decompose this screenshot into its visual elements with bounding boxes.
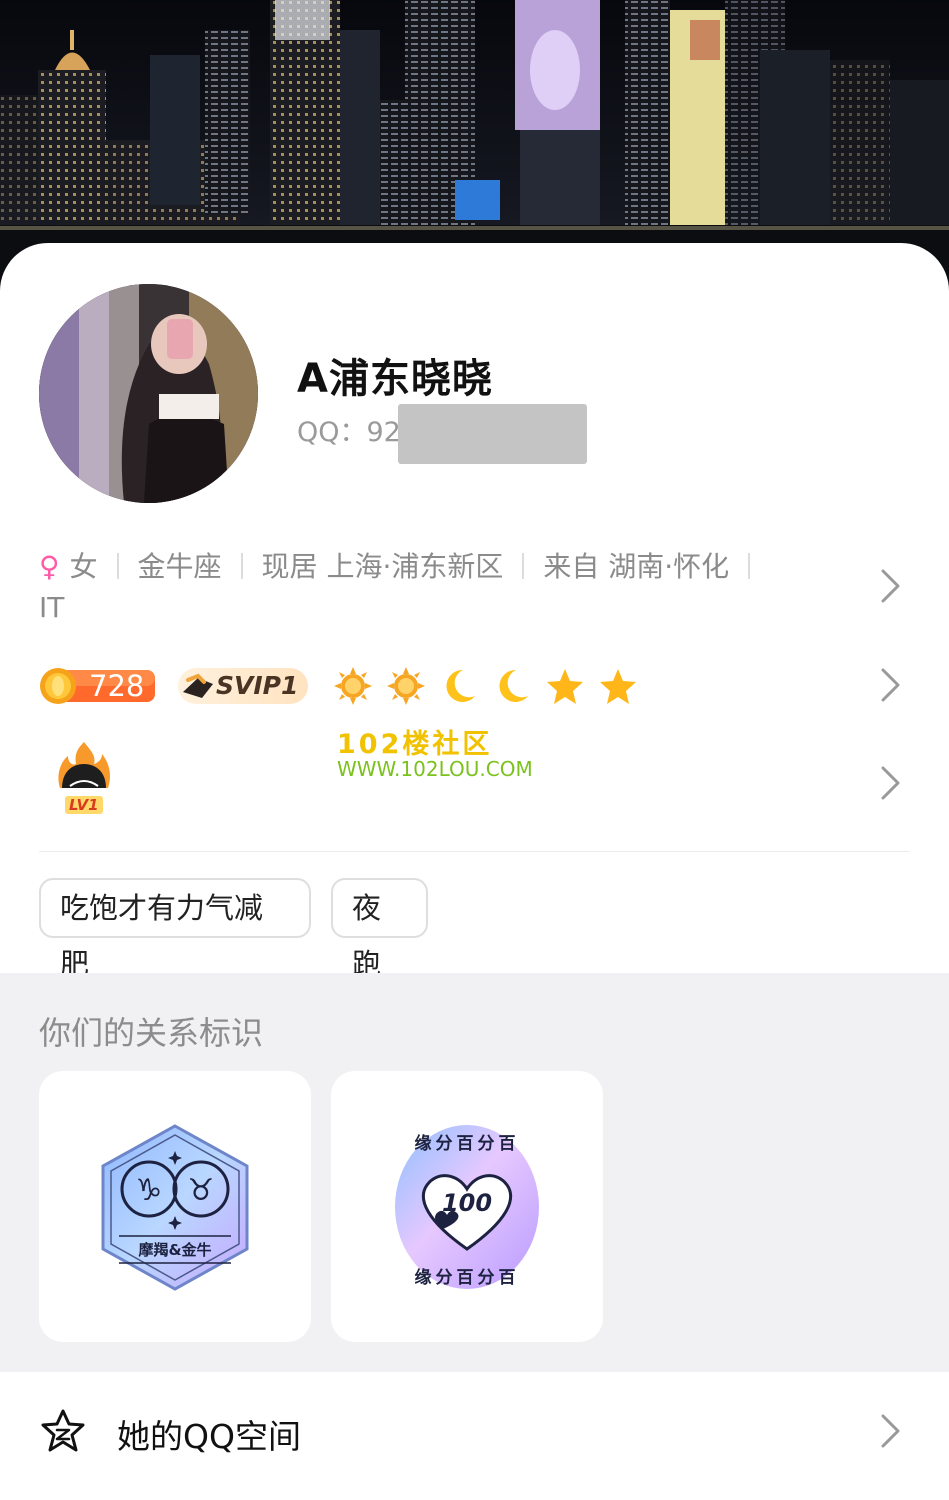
game-chevron-right-icon[interactable] bbox=[880, 765, 902, 801]
info-divider bbox=[240, 553, 243, 579]
badges-chevron-right-icon[interactable] bbox=[880, 667, 902, 703]
qq-level-icons[interactable] bbox=[333, 666, 646, 706]
svip-badge[interactable]: SVIP1 bbox=[178, 668, 308, 704]
qq-level-badge[interactable]: 728 bbox=[39, 668, 157, 704]
residence: 现居 上海·浦东新区 bbox=[261, 550, 504, 583]
fate-ring-top: 缘分百分百 bbox=[414, 1134, 520, 1154]
game-level-label: LV1 bbox=[65, 796, 103, 814]
sun-icon bbox=[386, 666, 426, 706]
qq-number-redaction bbox=[398, 404, 587, 464]
gender-label: 女 bbox=[69, 550, 98, 583]
game-level-badge[interactable]: LV1 bbox=[52, 742, 116, 820]
gender: ♀ 女 bbox=[39, 546, 98, 587]
qq-space-label: 她的QQ空间 bbox=[117, 1417, 301, 1456]
profile-info-row[interactable]: ♀ 女金牛座 现居 上海·浦东新区 来自 湖南·怀化 IT bbox=[39, 546, 829, 628]
moon-icon bbox=[439, 666, 479, 706]
relation-zodiac-label: 摩羯&金牛 bbox=[138, 1241, 212, 1259]
relation-card-fate[interactable]: 缘分百分百 100 缘分百分百 bbox=[331, 1071, 603, 1342]
svip-hat-icon bbox=[183, 673, 213, 698]
flame-helmet-icon bbox=[58, 742, 110, 788]
moon-icon bbox=[492, 666, 532, 706]
star-icon bbox=[545, 666, 585, 706]
interest-tag[interactable]: 夜跑 bbox=[331, 878, 428, 981]
relation-title: 你们的关系标识 bbox=[39, 1014, 264, 1052]
svip-label: SVIP1 bbox=[216, 671, 299, 700]
qq-level-score: 728 bbox=[89, 669, 145, 703]
svg-text:♑: ♑ bbox=[136, 1173, 163, 1208]
profession: IT bbox=[39, 591, 65, 624]
watermark-line1: 102楼社区 bbox=[337, 729, 493, 760]
qq-number: QQ：92 bbox=[297, 417, 401, 448]
avatar[interactable] bbox=[39, 284, 258, 503]
watermark-line2: WWW.102LOU.COM bbox=[337, 757, 533, 781]
nickname: A浦东晓晓 bbox=[297, 356, 493, 402]
fate-ring-bottom: 缘分百分百 bbox=[414, 1268, 520, 1288]
female-icon: ♀ bbox=[39, 550, 60, 583]
relation-card-zodiac[interactable]: ♑ ♉ 摩羯&金牛 bbox=[39, 1071, 311, 1342]
section-divider bbox=[39, 851, 910, 852]
capricorn-taurus-badge-icon: ♑ ♉ bbox=[101, 1124, 249, 1291]
fate-value: 100 bbox=[441, 1189, 493, 1217]
zodiac: 金牛座 bbox=[137, 550, 222, 583]
site-watermark: 102楼社区 WWW.102LOU.COM bbox=[337, 722, 533, 781]
info-divider bbox=[522, 553, 525, 579]
qq-space-chevron-right-icon[interactable] bbox=[880, 1413, 902, 1449]
hometown: 来自 湖南·怀化 bbox=[543, 550, 730, 583]
star-icon bbox=[598, 666, 638, 706]
sun-icon bbox=[333, 666, 373, 706]
info-divider bbox=[116, 553, 119, 579]
info-chevron-right-icon[interactable] bbox=[880, 568, 902, 604]
interest-tag[interactable]: 吃饱才有力气减肥 bbox=[39, 878, 311, 981]
qq-space-star-icon bbox=[40, 1408, 86, 1454]
avatar-photo bbox=[39, 284, 258, 503]
svg-text:♉: ♉ bbox=[188, 1173, 215, 1208]
info-divider bbox=[748, 553, 751, 579]
